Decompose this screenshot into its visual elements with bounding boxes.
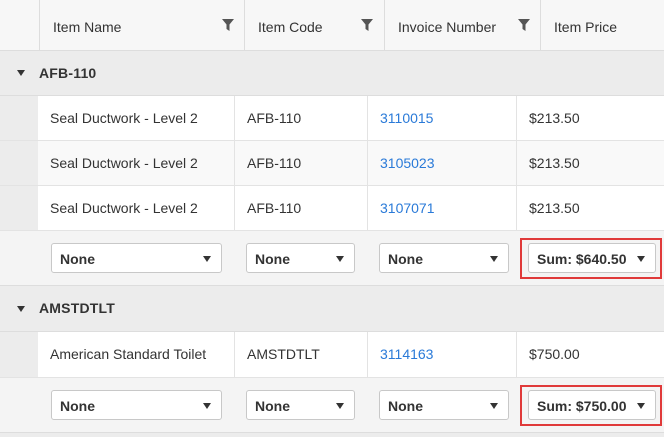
- item-name-text: American Standard Toilet: [50, 346, 207, 362]
- row-indent: [0, 332, 38, 377]
- cell-item-code: AMSTDTLT: [235, 332, 368, 377]
- group-label: AMSTDTLT: [39, 300, 115, 316]
- group-row-amstdtlt[interactable]: AMSTDTLT: [0, 286, 664, 332]
- caret-down-icon[interactable]: [17, 306, 25, 312]
- row-indent: [0, 96, 38, 140]
- summary-select-item-name[interactable]: None: [51, 243, 222, 273]
- header-indent-cell: [0, 0, 40, 50]
- cell-item-code: AFB-110: [235, 141, 368, 185]
- item-name-text: Seal Ductwork - Level 2: [50, 200, 198, 216]
- cell-item-name: Seal Ductwork - Level 2: [38, 96, 235, 140]
- cell-item-name: Seal Ductwork - Level 2: [38, 186, 235, 230]
- funnel-filter-icon[interactable]: [518, 19, 530, 31]
- item-name-text: Seal Ductwork - Level 2: [50, 155, 198, 171]
- column-header-label: Item Price: [554, 19, 618, 35]
- cell-invoice-number: 3114163: [368, 332, 517, 377]
- item-price-text: $750.00: [529, 346, 580, 362]
- select-value: None: [60, 398, 95, 414]
- chevron-down-icon: [490, 403, 498, 409]
- cell-item-name: Seal Ductwork - Level 2: [38, 141, 235, 185]
- select-value: None: [388, 398, 423, 414]
- chevron-down-icon: [490, 256, 498, 262]
- cell-invoice-number: 3105023: [368, 141, 517, 185]
- summary-select-item-code[interactable]: None: [246, 243, 355, 273]
- item-name-text: Seal Ductwork - Level 2: [50, 110, 198, 126]
- column-header-item-code[interactable]: Item Code: [245, 0, 385, 50]
- column-header-item-name[interactable]: Item Name: [40, 0, 245, 50]
- chevron-down-icon: [336, 403, 344, 409]
- table-row[interactable]: Seal Ductwork - Level 2 AFB-110 3107071 …: [0, 186, 664, 231]
- cell-item-name: American Standard Toilet: [38, 332, 235, 377]
- cell-item-price: $213.50: [517, 141, 664, 185]
- caret-down-icon[interactable]: [17, 70, 25, 76]
- summary-select-invoice-number[interactable]: None: [379, 243, 509, 273]
- invoice-number-link[interactable]: 3107071: [380, 200, 435, 216]
- select-value: None: [388, 251, 423, 267]
- cell-item-code: AFB-110: [235, 186, 368, 230]
- select-value: None: [255, 398, 290, 414]
- select-value: None: [255, 251, 290, 267]
- funnel-filter-icon[interactable]: [222, 19, 234, 31]
- summary-select-invoice-number[interactable]: None: [379, 390, 509, 420]
- cell-invoice-number: 3107071: [368, 186, 517, 230]
- table-row[interactable]: Seal Ductwork - Level 2 AFB-110 3110015 …: [0, 96, 664, 141]
- select-value: None: [60, 251, 95, 267]
- invoice-number-link[interactable]: 3110015: [380, 110, 433, 126]
- column-header-label: Invoice Number: [398, 19, 497, 35]
- group-summary-row: None None None Sum: $640.50: [0, 231, 664, 286]
- column-header-label: Item Code: [258, 19, 323, 35]
- item-code-text: AFB-110: [247, 110, 302, 126]
- item-price-text: $213.50: [529, 155, 580, 171]
- item-code-text: AFB-110: [247, 155, 302, 171]
- cell-item-price: $213.50: [517, 96, 664, 140]
- column-header-item-price[interactable]: Item Price: [541, 0, 664, 50]
- summary-select-item-name[interactable]: None: [51, 390, 222, 420]
- highlight-box: [520, 385, 662, 426]
- highlight-box: [520, 238, 662, 279]
- group-summary-row: None None None Sum: $750.00: [0, 378, 664, 433]
- item-code-text: AFB-110: [247, 200, 302, 216]
- cell-invoice-number: 3110015: [368, 96, 517, 140]
- table-row[interactable]: Seal Ductwork - Level 2 AFB-110 3105023 …: [0, 141, 664, 186]
- invoice-number-link[interactable]: 3114163: [380, 346, 433, 362]
- funnel-filter-icon[interactable]: [361, 19, 373, 31]
- next-group-row-edge: [0, 433, 664, 437]
- item-code-text: AMSTDTLT: [247, 346, 320, 362]
- group-label: AFB-110: [39, 65, 97, 81]
- cell-item-price: $213.50: [517, 186, 664, 230]
- data-grid: Item Name Item Code Invoice Number Item …: [0, 0, 664, 437]
- cell-item-price: $750.00: [517, 332, 664, 377]
- chevron-down-icon: [336, 256, 344, 262]
- column-header-label: Item Name: [53, 19, 122, 35]
- chevron-down-icon: [203, 256, 211, 262]
- table-row[interactable]: American Standard Toilet AMSTDTLT 311416…: [0, 332, 664, 378]
- group-row-afb-110[interactable]: AFB-110: [0, 51, 664, 96]
- row-indent: [0, 186, 38, 230]
- item-price-text: $213.50: [529, 200, 580, 216]
- cell-item-code: AFB-110: [235, 96, 368, 140]
- row-indent: [0, 141, 38, 185]
- column-header-invoice-number[interactable]: Invoice Number: [385, 0, 541, 50]
- invoice-number-link[interactable]: 3105023: [380, 155, 435, 171]
- item-price-text: $213.50: [529, 110, 580, 126]
- chevron-down-icon: [203, 403, 211, 409]
- grid-header: Item Name Item Code Invoice Number Item …: [0, 0, 664, 51]
- summary-select-item-code[interactable]: None: [246, 390, 355, 420]
